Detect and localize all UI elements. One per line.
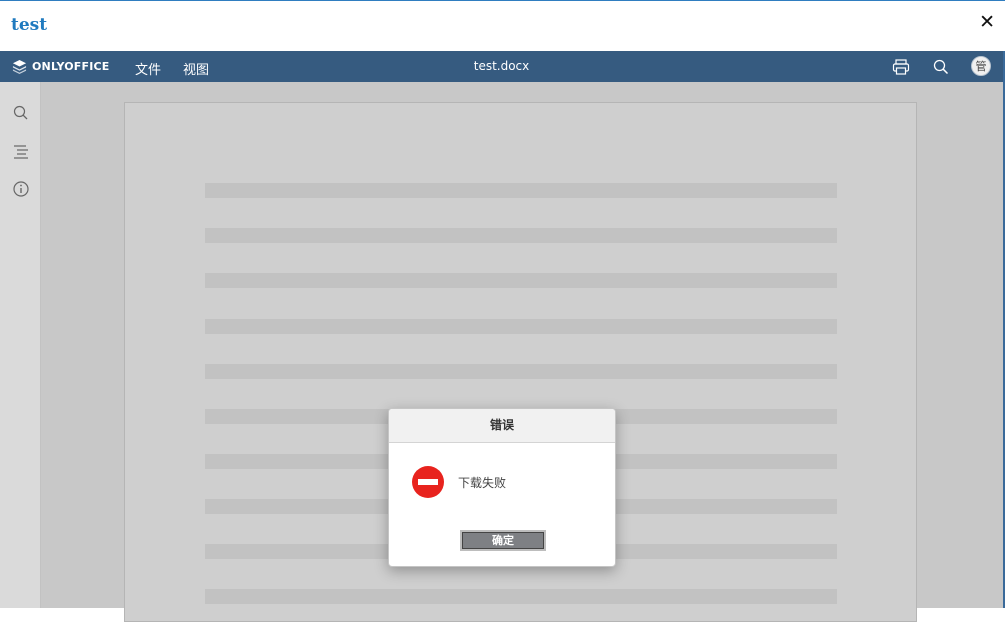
search-icon[interactable] [12, 104, 30, 122]
editor-toolbar: ONLYOFFICE 文件 视图 test.docx [0, 51, 1003, 82]
dialog-message: 下载失败 [458, 476, 507, 490]
window-titlebar: test ✕ [0, 0, 1005, 51]
info-icon[interactable] [12, 180, 30, 198]
menu-file[interactable]: 文件 [135, 59, 161, 78]
close-icon[interactable]: ✕ [979, 13, 995, 32]
user-avatar[interactable]: 管 [971, 56, 991, 76]
ok-button[interactable]: 确定 [460, 530, 546, 551]
print-icon[interactable] [892, 58, 910, 76]
text-placeholder-line [205, 589, 837, 604]
search-icon[interactable] [932, 58, 950, 76]
text-placeholder-line [205, 319, 837, 334]
menu-view[interactable]: 视图 [183, 59, 209, 78]
text-placeholder-line [205, 228, 837, 243]
dialog-title: 错误 [389, 409, 615, 443]
navigation-icon[interactable] [12, 142, 30, 160]
text-placeholder-line [205, 273, 837, 288]
left-panel [0, 82, 41, 608]
text-placeholder-line [205, 364, 837, 379]
onlyoffice-logo: ONLYOFFICE [12, 59, 110, 74]
text-placeholder-line [205, 183, 837, 198]
logo-text: ONLYOFFICE [32, 60, 110, 73]
onlyoffice-logo-icon [12, 59, 27, 74]
error-dialog: 错误 下载失败 确定 [388, 408, 616, 567]
error-icon [412, 466, 444, 498]
window-title: test [11, 15, 48, 35]
